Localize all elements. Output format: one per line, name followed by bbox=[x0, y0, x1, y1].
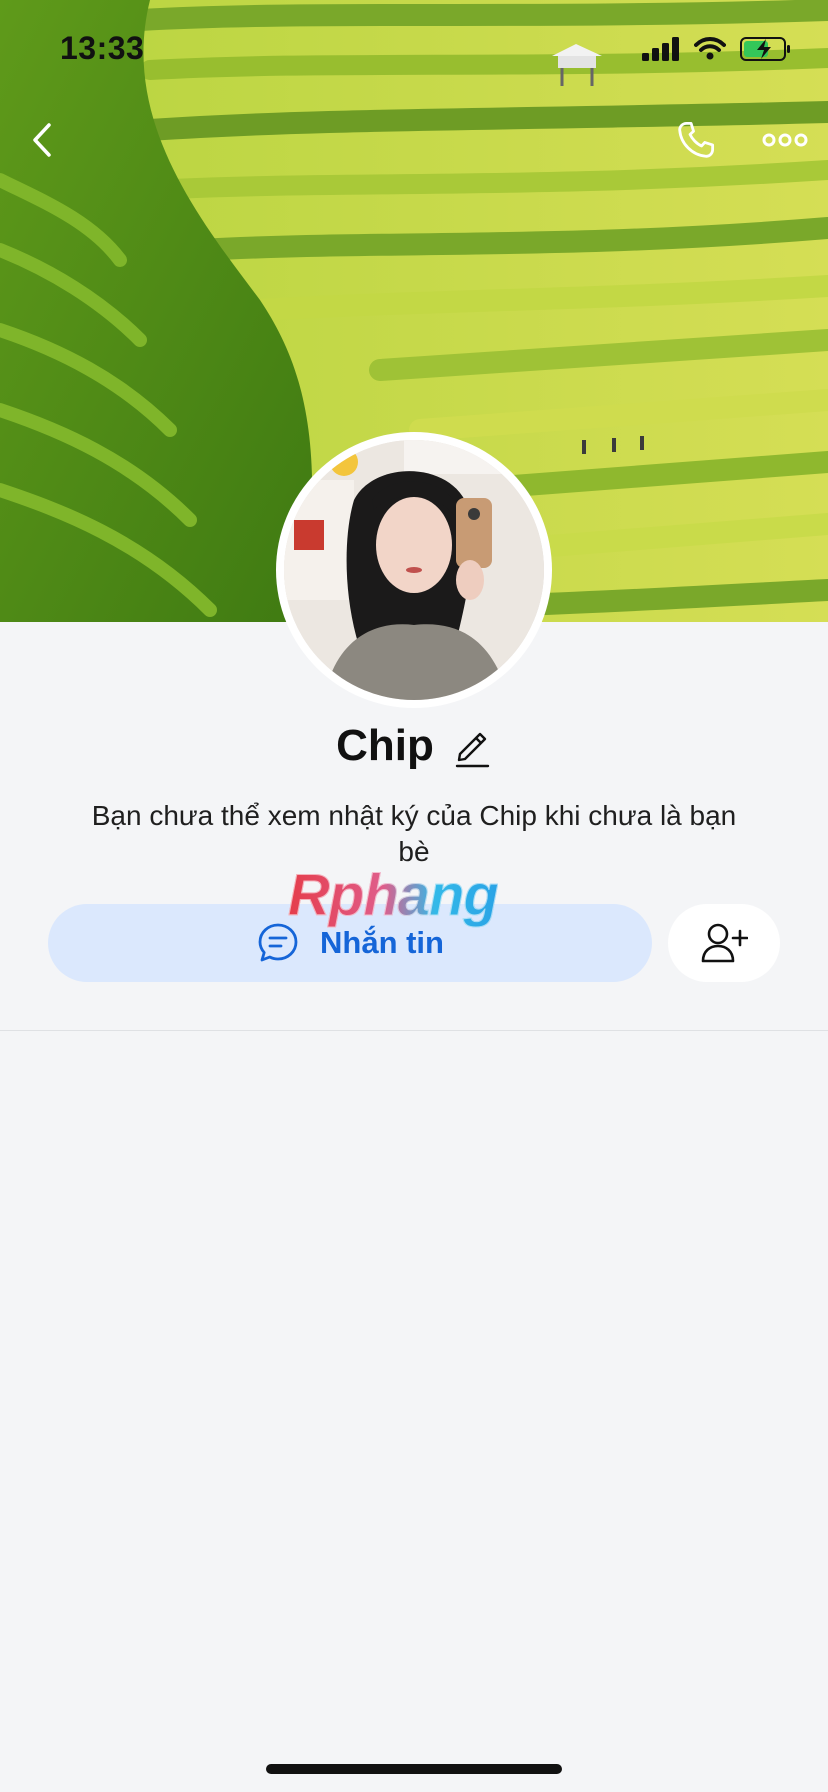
profile-avatar[interactable] bbox=[276, 432, 552, 708]
send-message-label: Nhắn tin bbox=[320, 925, 444, 960]
cellular-signal-icon bbox=[642, 37, 679, 61]
back-button[interactable] bbox=[22, 116, 62, 164]
section-divider bbox=[0, 1030, 828, 1031]
wifi-icon bbox=[694, 37, 726, 60]
profile-screen: 13:33 Chip Bạn chưa thể xem nhật ký của … bbox=[0, 0, 828, 1792]
call-button[interactable] bbox=[672, 116, 720, 164]
avatar-photo bbox=[284, 440, 544, 700]
chevron-left-icon bbox=[33, 123, 51, 157]
watermark-logo: Rphang bbox=[288, 863, 500, 929]
status-icons bbox=[642, 36, 792, 62]
private-diary-notice: Bạn chưa thể xem nhật ký của Chip khi ch… bbox=[91, 800, 737, 867]
profile-name-row: Chip bbox=[0, 716, 828, 776]
home-indicator[interactable] bbox=[266, 1764, 562, 1774]
battery-charging-icon bbox=[740, 37, 790, 61]
add-user-icon bbox=[701, 923, 748, 963]
more-options-button[interactable] bbox=[758, 120, 812, 160]
avatar-image bbox=[284, 440, 544, 700]
profile-name: Chip bbox=[336, 721, 434, 770]
status-time: 13:33 bbox=[60, 30, 145, 66]
phone-icon bbox=[678, 121, 715, 158]
ellipsis-icon bbox=[762, 133, 808, 147]
pencil-icon[interactable] bbox=[452, 724, 492, 768]
add-friend-button[interactable] bbox=[668, 904, 780, 982]
